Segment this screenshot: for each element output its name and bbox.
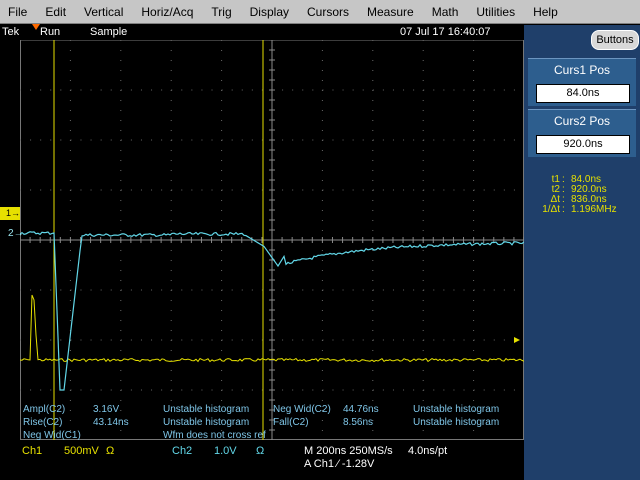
- ch2-marker-label: 2: [8, 228, 14, 239]
- meas-label-rise-c2: Rise(C2): [23, 417, 63, 428]
- ch1-marker-label: 1: [6, 208, 12, 218]
- menu-trig[interactable]: Trig: [202, 0, 240, 24]
- brand-label: Tek: [2, 26, 20, 38]
- graticule-grid: [20, 40, 524, 440]
- status-bar: Tek Run Sample 07 Jul 17 16:40:07: [0, 24, 524, 40]
- meas-note-ampl-c2: Unstable histogram: [163, 404, 250, 415]
- ch1-scale: 500mV: [64, 445, 99, 457]
- ch2-scale: 1.0V: [214, 445, 237, 457]
- menu-display[interactable]: Display: [241, 0, 298, 24]
- readout-row: Δt : 836.0ns: [550, 194, 607, 205]
- readout-row: t2 : 920.0ns: [551, 184, 607, 195]
- resolution: 4.0ns/pt: [408, 445, 448, 457]
- ch1-ground-marker[interactable]: 1→: [0, 207, 20, 220]
- readout-row: t1 : 84.0ns: [551, 174, 602, 185]
- ch1-label[interactable]: Ch1: [22, 445, 42, 457]
- menu-cursors[interactable]: Cursors: [298, 0, 358, 24]
- menu-help[interactable]: Help: [524, 0, 567, 24]
- buttons-button[interactable]: Buttons: [591, 30, 639, 50]
- meas-label-fall-c2: Fall(C2): [273, 417, 309, 428]
- ch2-coupling: Ω: [256, 445, 265, 457]
- ch2-label[interactable]: Ch2: [172, 445, 192, 457]
- meas-value-fall-c2: 8.56ns: [343, 417, 374, 428]
- menu-file[interactable]: File: [0, 0, 36, 24]
- meas-label-ampl-c2: Ampl(C2): [23, 404, 66, 415]
- ch2-ground-marker[interactable]: 2→: [8, 228, 24, 239]
- menu-vertical[interactable]: Vertical: [75, 0, 132, 24]
- run-status: Run: [40, 26, 61, 38]
- meas-note-rise-c2: Unstable histogram: [163, 417, 250, 428]
- curs2-pos-control[interactable]: Curs2 Pos 920.0ns: [528, 109, 636, 157]
- readout-row: 1/Δt : 1.196MHz: [542, 204, 617, 215]
- grid-lines: [20, 40, 524, 440]
- menu-horiz-acq[interactable]: Horiz/Acq: [132, 0, 202, 24]
- trigger-level-arrow: [514, 337, 520, 343]
- meas-value-rise-c2: 43.14ns: [93, 417, 129, 428]
- curs1-pos-value[interactable]: 84.0ns: [536, 84, 630, 103]
- curs2-pos-value[interactable]: 920.0ns: [536, 135, 630, 154]
- channel-info-bar: Ch1 500mV Ω Ch2 1.0V Ω M 200ns 250MS/s 4…: [0, 440, 524, 480]
- meas-label-negwid-c2: Neg Wid(C2): [273, 404, 331, 415]
- readout-key: 1/Δt: [542, 204, 560, 215]
- trigger-setting: A Ch1 ⁄ -1.28V: [304, 458, 375, 470]
- waveform-display[interactable]: Ampl(C2) 3.16V Unstable histogram Rise(C…: [20, 40, 524, 441]
- cursor-readout: t1 : 84.0ns t2 : 920.0ns Δt : 836.0ns 1/…: [524, 174, 640, 215]
- curs1-pos-control[interactable]: Curs1 Pos 84.0ns: [528, 58, 636, 106]
- acquisition-mode: Sample: [90, 26, 128, 38]
- menu-bar: File Edit Vertical Horiz/Acq Trig Displa…: [0, 0, 640, 24]
- meas-value-negwid-c2: 44.76ns: [343, 404, 379, 415]
- menu-measure[interactable]: Measure: [358, 0, 423, 24]
- datetime: 07 Jul 17 16:40:07: [400, 26, 491, 38]
- meas-note-fall-c2: Unstable histogram: [413, 417, 500, 428]
- curs2-pos-title: Curs2 Pos: [553, 114, 611, 128]
- menu-utilities[interactable]: Utilities: [467, 0, 524, 24]
- readout-value: 1.196MHz: [571, 204, 617, 215]
- side-panel: Buttons Curs1 Pos 84.0ns Curs2 Pos 920.0…: [524, 25, 640, 480]
- trigger-position-icon: [32, 24, 40, 30]
- menu-math[interactable]: Math: [423, 0, 468, 24]
- meas-note-negwid-c2: Unstable histogram: [413, 404, 500, 415]
- timebase: M 200ns 250MS/s: [304, 445, 393, 457]
- curs1-pos-title: Curs1 Pos: [553, 63, 611, 77]
- meas-value-ampl-c2: 3.16V: [93, 404, 120, 415]
- ch1-coupling: Ω: [106, 445, 115, 457]
- menu-edit[interactable]: Edit: [36, 0, 75, 24]
